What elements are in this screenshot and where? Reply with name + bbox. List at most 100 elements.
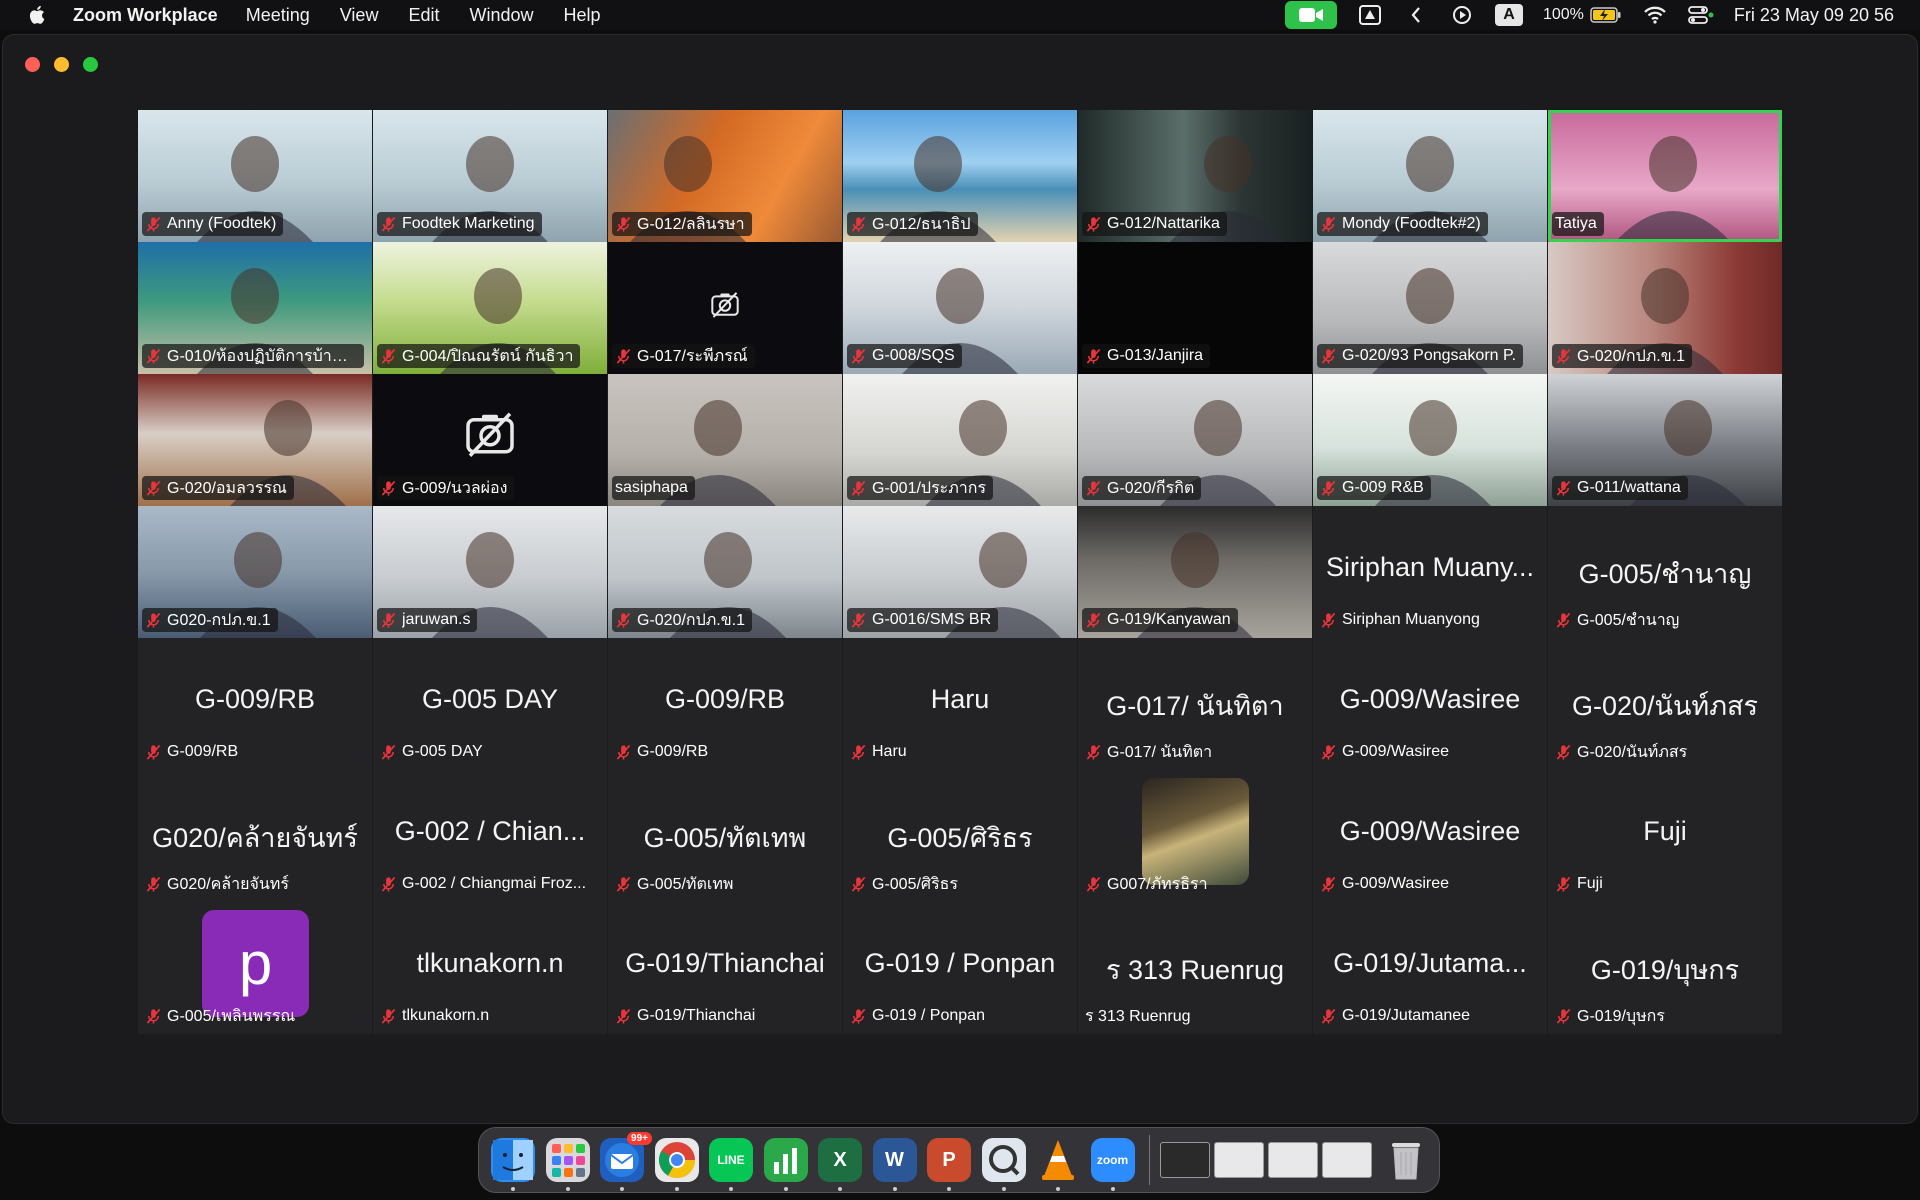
participant-tile[interactable]: G-020/กีรกิต xyxy=(1078,374,1312,506)
participant-tile[interactable]: G-019/Jutama... G-019/Jutamanee xyxy=(1313,902,1547,1034)
mic-muted-icon xyxy=(851,612,866,628)
dock-line-icon[interactable]: LINE xyxy=(709,1138,753,1191)
participant-tile[interactable]: G-020/อมลวรรณ xyxy=(138,374,372,506)
participant-tile[interactable]: G-019/บุษกร G-019/บุษกร xyxy=(1548,902,1782,1034)
participant-tile[interactable]: G-020/กปภ.ข.1 xyxy=(608,506,842,638)
dock-zoom-icon[interactable]: zoom xyxy=(1090,1138,1135,1191)
participant-tile[interactable]: G-0016/SMS BR xyxy=(843,506,1077,638)
dock-numbers-icon[interactable] xyxy=(763,1138,808,1191)
participant-tile[interactable]: ร 313 Ruenrug ร 313 Ruenrug xyxy=(1078,902,1312,1034)
participant-name-label: G-009/Wasiree xyxy=(1317,740,1456,764)
dock-word-icon[interactable]: W xyxy=(872,1138,917,1191)
dock-minimized-window[interactable] xyxy=(1322,1142,1372,1178)
participant-tile[interactable]: G-005/ทัตเทพ G-005/ทัตเทพ xyxy=(608,770,842,902)
dock-chrome-icon[interactable] xyxy=(654,1138,699,1191)
dock-quicktime-icon[interactable] xyxy=(981,1138,1026,1191)
participant-tile[interactable]: jaruwan.s xyxy=(373,506,607,638)
participant-tile[interactable]: G-005/ศิริธร G-005/ศิริธร xyxy=(843,770,1077,902)
participant-name: G-012/ลลินรษา xyxy=(637,215,745,233)
participant-tile[interactable]: Haru Haru xyxy=(843,638,1077,770)
participant-tile[interactable]: G-009/นวลผ่อง xyxy=(373,374,607,506)
menu-app-name[interactable]: Zoom Workplace xyxy=(73,5,218,26)
running-indicator xyxy=(1056,1187,1060,1191)
menubar-clock[interactable]: Fri 23 May 09 20 56 xyxy=(1734,5,1894,26)
close-window-button[interactable] xyxy=(25,57,40,72)
menu-help[interactable]: Help xyxy=(564,5,601,26)
apple-logo-icon[interactable] xyxy=(27,4,49,26)
dock-finder-icon[interactable] xyxy=(491,1138,535,1191)
participant-tile[interactable]: G-004/ปิณณรัตน์ กันธิวา xyxy=(373,242,607,374)
chevron-left-icon[interactable] xyxy=(1403,4,1429,26)
participant-tile[interactable]: G-012/ธนาธิป xyxy=(843,110,1077,242)
participant-tile[interactable]: G-009 R&B xyxy=(1313,374,1547,506)
dock-powerpoint-icon[interactable]: P xyxy=(927,1138,971,1191)
input-source-indicator[interactable]: A xyxy=(1494,4,1523,26)
participant-tile[interactable]: G-017/ นันทิตา G-017/ นันทิตา xyxy=(1078,638,1312,770)
dock-minimized-window[interactable] xyxy=(1268,1142,1318,1178)
participant-tile[interactable]: G020-กปภ.ข.1 xyxy=(138,506,372,638)
participant-tile[interactable]: G-020/กปภ.ข.1 xyxy=(1548,242,1782,374)
participant-tile[interactable]: G020/คล้ายจันทร์ G020/คล้ายจันทร์ xyxy=(138,770,372,902)
upload-triangle-icon[interactable] xyxy=(1357,4,1383,26)
participant-tile[interactable]: G-009/RB G-009/RB xyxy=(138,638,372,770)
participant-tile[interactable]: G-011/wattana xyxy=(1548,374,1782,506)
participant-name-label: ร 313 Ruenrug xyxy=(1082,1004,1198,1028)
dock-minimized-window[interactable] xyxy=(1160,1142,1210,1178)
participant-tile[interactable]: G-008/SQS xyxy=(843,242,1077,374)
participant-tile[interactable]: G-009/Wasiree G-009/Wasiree xyxy=(1313,638,1547,770)
minimize-window-button[interactable] xyxy=(54,57,69,72)
participant-tile[interactable]: Anny (Foodtek) xyxy=(138,110,372,242)
participant-tile[interactable]: Fuji Fuji xyxy=(1548,770,1782,902)
participant-tile[interactable]: G-005/ชำนาญ G-005/ชำนาญ xyxy=(1548,506,1782,638)
participant-tile[interactable]: G-012/ลลินรษา xyxy=(608,110,842,242)
participant-name-label: G-017/ นันทิตา xyxy=(1082,740,1219,764)
menu-window[interactable]: Window xyxy=(469,5,533,26)
participant-name-label: G-005/เพลินพรรณ xyxy=(142,1004,302,1028)
participant-tile[interactable]: G007/ภัทรธิรา xyxy=(1078,770,1312,902)
participant-tile[interactable]: G-020/93 Pongsakorn P. xyxy=(1313,242,1547,374)
participant-tile[interactable]: G-019/Thianchai G-019/Thianchai xyxy=(608,902,842,1034)
participant-name-label: sasiphapa xyxy=(612,476,695,500)
participant-tile[interactable]: G-005 DAY G-005 DAY xyxy=(373,638,607,770)
battery-status[interactable]: 100% xyxy=(1543,6,1622,24)
participant-tile[interactable]: p G-005/เพลินพรรณ xyxy=(138,902,372,1034)
participant-name: G-002 / Chiangmai Froz... xyxy=(402,875,587,892)
participant-tile[interactable]: G-009/RB G-009/RB xyxy=(608,638,842,770)
participant-name-label: G-017/ระพีภรณ์ xyxy=(612,344,755,368)
camera-in-use-icon[interactable] xyxy=(1284,1,1337,29)
dock-trash-icon[interactable] xyxy=(1384,1138,1428,1182)
participant-tile[interactable]: G-019 / Ponpan G-019 / Ponpan xyxy=(843,902,1077,1034)
participant-tile[interactable]: Mondy (Foodtek#2) xyxy=(1313,110,1547,242)
participant-tile[interactable]: tlkunakorn.n tlkunakorn.n xyxy=(373,902,607,1034)
participant-tile[interactable]: G-009/Wasiree G-009/Wasiree xyxy=(1313,770,1547,902)
dock-vlc-icon[interactable] xyxy=(1036,1138,1080,1191)
mic-muted-icon xyxy=(1556,612,1571,628)
participant-tile[interactable]: G-017/ระพีภรณ์ xyxy=(608,242,842,374)
zoom-window-button[interactable] xyxy=(83,57,98,72)
participant-tile[interactable]: G-019/Kanyawan xyxy=(1078,506,1312,638)
participant-tile[interactable]: G-020/นันท์ภสร G-020/นันท์ภสร xyxy=(1548,638,1782,770)
menu-view[interactable]: View xyxy=(340,5,379,26)
participant-tile[interactable]: Tatiya xyxy=(1548,110,1782,242)
participant-tile[interactable]: G-002 / Chian... G-002 / Chiangmai Froz..… xyxy=(373,770,607,902)
participant-tile[interactable]: sasiphapa xyxy=(608,374,842,506)
dock-excel-icon[interactable]: X xyxy=(818,1138,862,1191)
menu-edit[interactable]: Edit xyxy=(408,5,439,26)
dock-thunderbird-icon[interactable]: 99+ xyxy=(600,1132,652,1191)
dock-minimized-window[interactable] xyxy=(1214,1142,1264,1178)
control-center-icon[interactable] xyxy=(1688,4,1714,26)
play-circle-icon[interactable] xyxy=(1449,4,1475,26)
participant-tile[interactable]: G-012/Nattarika xyxy=(1078,110,1312,242)
participant-tile[interactable]: G-001/ประภากร xyxy=(843,374,1077,506)
mic-muted-icon xyxy=(146,612,161,628)
participant-tile[interactable]: Siriphan Muany... Siriphan Muanyong xyxy=(1313,506,1547,638)
participant-name-label: G-020/กปภ.ข.1 xyxy=(1552,344,1693,368)
participant-name: G-005/ศิริธร xyxy=(872,875,959,893)
participant-tile[interactable]: G-010/ห้องปฏิบัติการบ้านโ... xyxy=(138,242,372,374)
wifi-icon[interactable] xyxy=(1642,4,1668,26)
menu-meeting[interactable]: Meeting xyxy=(246,5,310,26)
participant-tile[interactable]: G-013/Janjira xyxy=(1078,242,1312,374)
participant-name: tlkunakorn.n xyxy=(402,1007,490,1024)
dock-launchpad-icon[interactable] xyxy=(545,1138,590,1191)
participant-tile[interactable]: Foodtek Marketing xyxy=(373,110,607,242)
